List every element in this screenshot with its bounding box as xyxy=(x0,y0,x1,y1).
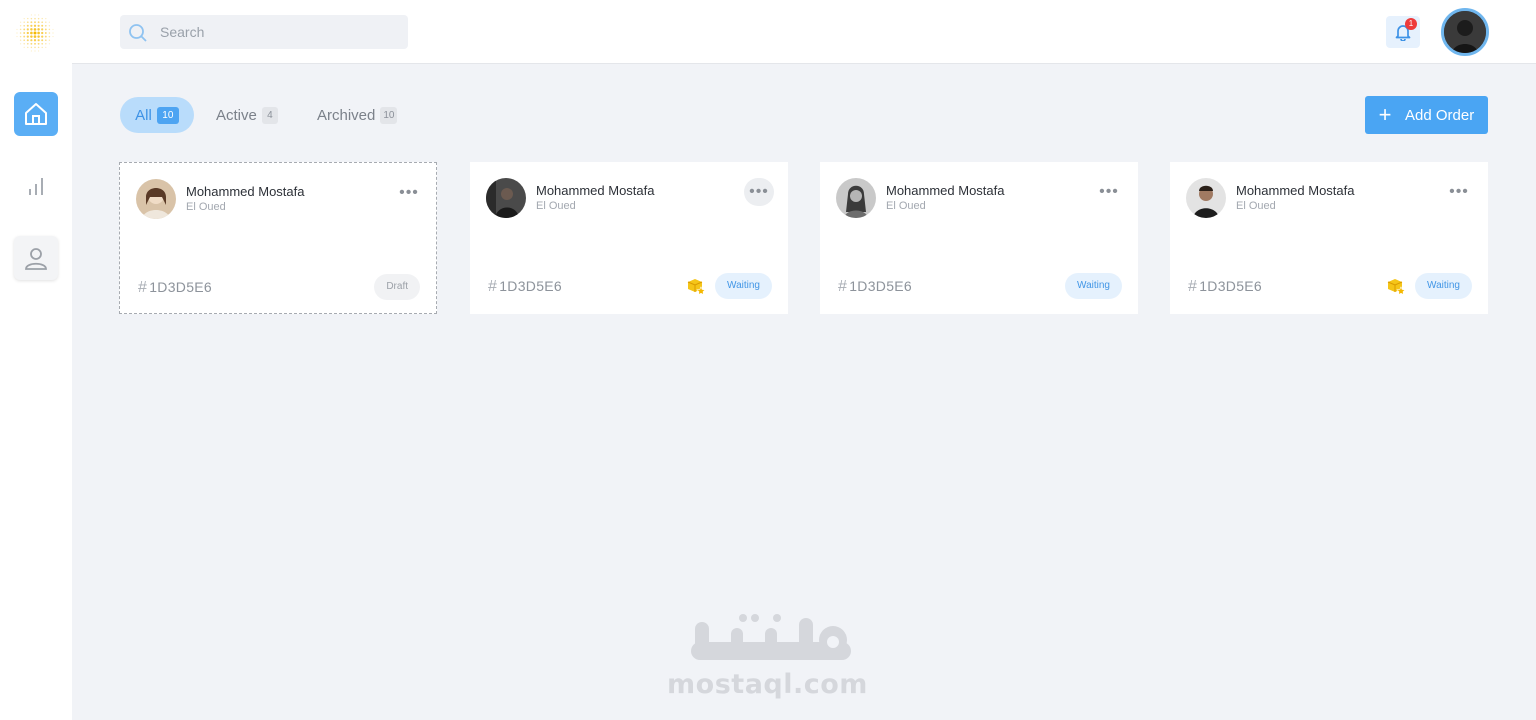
customer-name: Mohammed Mostafa xyxy=(886,183,1005,198)
top-bar: 1 xyxy=(72,0,1536,64)
box-star-icon xyxy=(687,279,706,296)
sun-logo-icon[interactable] xyxy=(14,12,56,54)
tab-count: 10 xyxy=(156,106,179,124)
tab-all[interactable]: All 10 xyxy=(120,97,194,133)
nav-stats-button[interactable] xyxy=(14,164,58,208)
status-badge: Draft xyxy=(374,274,420,300)
order-id: #1D3D5E6 xyxy=(138,279,212,297)
order-card[interactable]: Mohammed Mostafa El Oued ••• #1D3D5E6 Wa… xyxy=(820,162,1138,314)
hash-icon: # xyxy=(838,278,848,295)
add-order-label: Add Order xyxy=(1405,106,1475,124)
sidebar xyxy=(0,0,72,720)
user-icon xyxy=(25,248,47,270)
tab-label: Archived xyxy=(317,106,376,124)
order-id: #1D3D5E6 xyxy=(1188,278,1262,296)
watermark-text: mostaql.com xyxy=(667,669,868,700)
customer-name: Mohammed Mostafa xyxy=(186,184,305,199)
notification-badge: 1 xyxy=(1405,18,1417,30)
add-order-button[interactable]: + Add Order xyxy=(1365,96,1488,134)
customer-location: El Oued xyxy=(186,201,226,213)
hash-icon: # xyxy=(1188,278,1198,295)
nav-user-button[interactable] xyxy=(14,236,58,280)
customer-location: El Oued xyxy=(1236,200,1276,212)
status-badge: Waiting xyxy=(1065,273,1122,299)
watermark-logo xyxy=(690,614,851,660)
customer-name: Mohammed Mostafa xyxy=(536,183,655,198)
profile-avatar[interactable] xyxy=(1441,8,1489,56)
home-icon xyxy=(25,103,47,125)
order-card[interactable]: Mohammed Mostafa El Oued ••• #1D3D5E6 Dr… xyxy=(119,162,437,314)
order-id-value: 1D3D5E6 xyxy=(1199,278,1263,294)
customer-avatar xyxy=(136,179,176,219)
bar-chart-icon xyxy=(29,178,43,195)
search-icon xyxy=(129,24,147,42)
tab-active[interactable]: Active 4 xyxy=(216,97,278,133)
tab-count: 10 xyxy=(380,106,398,124)
tab-count: 4 xyxy=(261,106,278,124)
search-input[interactable] xyxy=(160,15,400,49)
order-id: #1D3D5E6 xyxy=(838,278,912,296)
order-id: #1D3D5E6 xyxy=(488,278,562,296)
order-id-value: 1D3D5E6 xyxy=(499,278,563,294)
tab-archived[interactable]: Archived 10 xyxy=(317,97,398,133)
order-card[interactable]: Mohammed Mostafa El Oued ••• #1D3D5E6 Wa… xyxy=(470,162,788,314)
order-card[interactable]: Mohammed Mostafa El Oued ••• #1D3D5E6 Wa… xyxy=(1170,162,1488,314)
box-star-icon xyxy=(1387,279,1406,296)
customer-location: El Oued xyxy=(886,200,926,212)
more-dots-icon[interactable]: ••• xyxy=(394,179,424,207)
status-badge: Waiting xyxy=(1415,273,1472,299)
hash-icon: # xyxy=(488,278,498,295)
customer-name: Mohammed Mostafa xyxy=(1236,183,1355,198)
nav-home-button[interactable] xyxy=(14,92,58,136)
more-dots-icon[interactable]: ••• xyxy=(1094,178,1124,206)
customer-location: El Oued xyxy=(536,200,576,212)
order-id-value: 1D3D5E6 xyxy=(149,279,213,295)
more-dots-icon[interactable]: ••• xyxy=(1444,178,1474,206)
status-badge: Waiting xyxy=(715,273,772,299)
tab-label: Active xyxy=(216,106,257,124)
tab-label: All xyxy=(135,106,152,124)
customer-avatar xyxy=(1186,178,1226,218)
customer-avatar xyxy=(836,178,876,218)
watermark: mostaql.com xyxy=(660,610,875,700)
notifications-button[interactable]: 1 xyxy=(1386,16,1420,48)
search-box[interactable] xyxy=(120,15,408,49)
hash-icon: # xyxy=(138,279,148,296)
customer-avatar xyxy=(486,178,526,218)
more-dots-icon[interactable]: ••• xyxy=(744,178,774,206)
plus-icon: + xyxy=(1378,102,1392,127)
order-id-value: 1D3D5E6 xyxy=(849,278,913,294)
